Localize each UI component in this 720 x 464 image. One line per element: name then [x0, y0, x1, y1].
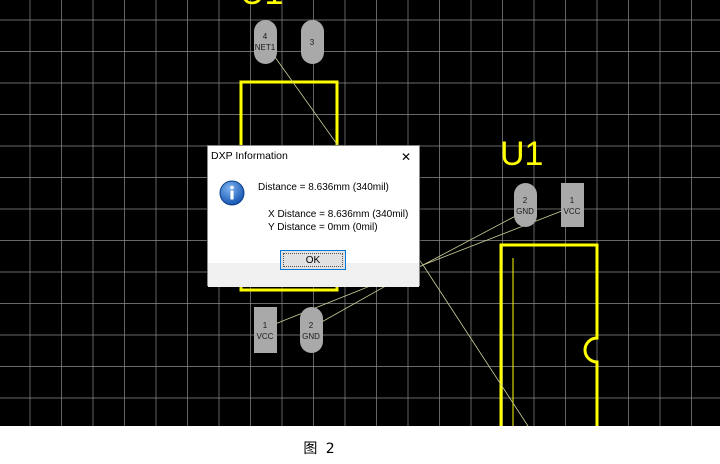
- dialog-titlebar[interactable]: DXP Information ✕: [208, 146, 419, 168]
- x-distance-text: X Distance = 8.636mm (340mil): [268, 209, 409, 220]
- pad-top-3[interactable]: 3: [301, 20, 324, 64]
- designator-top-fragment: U1: [240, 0, 283, 12]
- svg-text:2: 2: [523, 196, 528, 205]
- y-distance-text: Y Distance = 0mm (0mil): [268, 222, 378, 233]
- svg-text:2: 2: [309, 321, 314, 330]
- info-icon: [219, 180, 245, 206]
- svg-text:GND: GND: [516, 207, 534, 216]
- pad-bottom-1-vcc[interactable]: 1 VCC: [254, 307, 277, 353]
- figure-caption: 图 2: [303, 441, 337, 457]
- svg-text:1: 1: [263, 321, 268, 330]
- pad-right-2-gnd[interactable]: 2 GND: [514, 183, 537, 227]
- svg-text:VCC: VCC: [564, 207, 581, 216]
- svg-text:3: 3: [310, 38, 315, 47]
- close-icon[interactable]: ✕: [395, 146, 417, 168]
- svg-text:4: 4: [263, 32, 268, 41]
- dialog-title: DXP Information: [211, 150, 288, 162]
- distance-text: Distance = 8.636mm (340mil): [258, 182, 389, 193]
- ok-button[interactable]: OK: [280, 250, 346, 270]
- svg-text:NET1: NET1: [255, 43, 276, 52]
- dxp-information-dialog: DXP Information ✕ Distance = 8.636mm (34…: [207, 145, 420, 287]
- pad-right-1-vcc[interactable]: 1 VCC: [561, 183, 584, 227]
- pad-bottom-2-gnd[interactable]: 2 GND: [300, 307, 323, 353]
- svg-text:1: 1: [570, 196, 575, 205]
- svg-text:GND: GND: [302, 332, 320, 341]
- svg-text:VCC: VCC: [257, 332, 274, 341]
- designator-right: U1: [500, 135, 543, 173]
- pad-top-4[interactable]: 4 NET1: [254, 20, 277, 64]
